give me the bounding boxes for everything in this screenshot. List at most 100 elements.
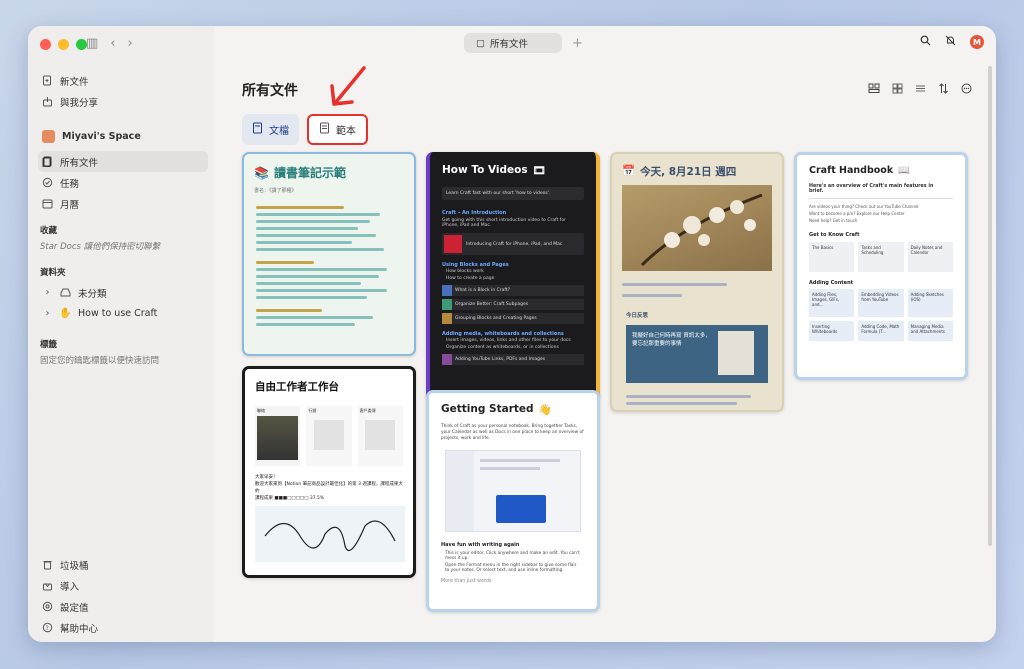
bullet-text: Open the Format menu in the right sideba… bbox=[445, 563, 577, 573]
sidebar-item-trash[interactable]: 垃圾桶 bbox=[38, 554, 208, 575]
bullet-text: This is your editor. Click anywhere and … bbox=[445, 551, 580, 561]
search-icon[interactable] bbox=[920, 35, 931, 49]
journal-paper-image bbox=[718, 331, 754, 375]
folders-heading: 資料夾 bbox=[40, 268, 66, 278]
sidebar-item-shared[interactable]: 與我分享 bbox=[38, 91, 208, 112]
user-avatar[interactable]: M bbox=[970, 35, 984, 49]
handbook-tile: Inserting Whiteboards bbox=[809, 321, 855, 341]
intro-box: Learn Craft fast with our short 'how to … bbox=[442, 187, 584, 200]
card-title: 📚 讀書筆記示範 bbox=[254, 165, 346, 181]
section-text: Get going with this short introduction v… bbox=[442, 218, 566, 228]
video-link: Adding YouTube Links, PDFs and Images bbox=[442, 354, 584, 365]
handbook-tile: The Basics bbox=[809, 242, 855, 272]
intro-text: Think of Craft as your personal notebook… bbox=[441, 424, 584, 441]
view-tools bbox=[868, 83, 972, 97]
film-icon: 🎞 bbox=[532, 165, 546, 177]
handbook-tile: Daily Notes and Calendar bbox=[907, 242, 953, 272]
handbook-tile: Adding Files, Images, GIFs, and... bbox=[809, 289, 855, 317]
blossom-painting bbox=[640, 193, 763, 267]
handbook-tile: Tasks and Scheduling bbox=[858, 242, 904, 272]
freelancer-col: 聯絡 bbox=[255, 406, 301, 466]
sidebar-item-calendar[interactable]: 月曆 bbox=[38, 193, 208, 214]
bullet-text: How blocks work bbox=[446, 269, 484, 274]
forward-icon[interactable]: › bbox=[128, 36, 133, 51]
handbook-tile: Adding Code, Math Formula (T... bbox=[858, 321, 904, 341]
freelancer-col: 客戶委傳 bbox=[357, 406, 403, 466]
journal-subheading: 今日反思 bbox=[626, 313, 649, 319]
sidebar-bottom-section: 垃圾桶 導入 設定值 ? 幫助中心 bbox=[38, 554, 208, 638]
handbook-tile: Embedding Videos from YouTube bbox=[858, 289, 904, 317]
gallery-view-icon[interactable] bbox=[868, 83, 880, 97]
segment-docs[interactable]: 文檔 bbox=[242, 114, 299, 145]
sidebar-item-label: 垃圾桶 bbox=[60, 560, 89, 572]
doc-card-journal[interactable]: 📅 今天, 8月21日 週四 今日反思 我擬好自己何時再寫 資訊太多，要忘記那重… bbox=[610, 152, 784, 412]
folder-label: How to use Craft bbox=[78, 308, 158, 319]
window-controls bbox=[40, 39, 87, 50]
help-icon: ? bbox=[42, 622, 53, 633]
doc-card-freelancer[interactable]: 自由工作者工作台 聯絡 行銷 客戶委傳 大家早安！ 歡迎大家來到【Notion … bbox=[242, 366, 416, 578]
space-switcher[interactable]: Miyavi's Space bbox=[38, 126, 208, 147]
section-heading: Craft – An Introduction bbox=[442, 210, 507, 216]
list-view-icon[interactable] bbox=[915, 83, 926, 97]
sidebar-item-label: 與我分享 bbox=[60, 97, 99, 109]
sidebar-top-section: 新文件 與我分享 bbox=[38, 70, 208, 112]
sidebar-item-help[interactable]: ? 幫助中心 bbox=[38, 617, 208, 638]
sidebar-item-settings[interactable]: 設定值 bbox=[38, 596, 208, 617]
sidebar-item-import[interactable]: 導入 bbox=[38, 575, 208, 596]
sidebar-item-label: 所有文件 bbox=[60, 157, 99, 169]
folder-label: 未分類 bbox=[78, 288, 107, 300]
space-section: Miyavi's Space 所有文件 任務 月曆 收藏 Star Docs 讓… bbox=[38, 126, 208, 366]
sort-icon[interactable] bbox=[938, 83, 949, 97]
sidebar: ▥ ‹ › 新文件 與我分享 Miyavi's Space 所有文件 任務 月曆… bbox=[28, 26, 214, 642]
back-icon[interactable]: ‹ bbox=[110, 36, 115, 51]
doc-card-reading-notes[interactable]: 📚 讀書筆記示範 書名：《讀了那種》 bbox=[242, 152, 416, 356]
segment-templates[interactable]: 範本 bbox=[307, 114, 368, 145]
main-area: ▢ 所有文件 + M 所有文件 文檔 範本 📚 讀書筆記示範 書名：《讀了那種》… bbox=[214, 26, 996, 642]
handbook-tile: Adding Sketches (iOS) bbox=[907, 289, 953, 317]
sidebar-item-all-docs[interactable]: 所有文件 bbox=[38, 151, 208, 172]
svg-text:?: ? bbox=[46, 625, 49, 632]
minimize-window-button[interactable] bbox=[58, 39, 69, 50]
grid-view-icon[interactable] bbox=[892, 83, 903, 97]
desk-photo bbox=[257, 416, 299, 460]
journal-footer-lines bbox=[612, 387, 782, 410]
folder-uncategorized[interactable]: › 未分類 bbox=[38, 282, 208, 303]
doc-card-getting-started[interactable]: Getting Started 👋 Think of Craft as your… bbox=[426, 390, 600, 612]
tile-row: Adding Files, Images, GIFs, and... Embed… bbox=[797, 289, 965, 317]
chevron-right-icon[interactable]: › bbox=[42, 287, 53, 298]
more-icon[interactable] bbox=[961, 83, 972, 97]
sidebar-item-label: 月曆 bbox=[60, 199, 80, 211]
tab-all-docs[interactable]: ▢ 所有文件 bbox=[464, 33, 562, 53]
doc-card-craft-handbook[interactable]: Craft Handbook 📖 Here's an overview of C… bbox=[794, 152, 968, 380]
folder-how-to-use-craft[interactable]: › ✋ How to use Craft bbox=[38, 303, 208, 324]
section-heading: Adding media, whiteboards and collection… bbox=[442, 331, 564, 337]
sidebar-item-label: 幫助中心 bbox=[60, 623, 99, 635]
app-screenshot-preview bbox=[445, 450, 581, 532]
tab-bar: ▢ 所有文件 + bbox=[464, 33, 583, 53]
card-title: How To Videos 🎞 bbox=[442, 164, 546, 177]
favorites-heading: 收藏 bbox=[40, 226, 58, 236]
new-tab-icon[interactable]: + bbox=[572, 36, 583, 51]
notifications-off-icon[interactable] bbox=[945, 35, 956, 49]
template-icon bbox=[319, 122, 330, 137]
calendar-icon: 📅 bbox=[622, 165, 636, 177]
more-text: More than just words bbox=[441, 579, 492, 584]
doc-card-how-to-videos[interactable]: How To Videos 🎞 Learn Craft fast with ou… bbox=[426, 152, 600, 402]
freelancer-text: 大家早安！ 歡迎大家來到【Notion 筆記商品設計最佳化】的第 3 週課程，課… bbox=[255, 475, 403, 501]
scrollbar[interactable] bbox=[988, 66, 992, 546]
doc-icon bbox=[252, 122, 263, 137]
chevron-right-icon[interactable]: › bbox=[42, 308, 53, 319]
close-window-button[interactable] bbox=[40, 39, 51, 50]
books-icon: 📚 bbox=[254, 165, 269, 180]
card-title: 📅 今天, 8月21日 週四 bbox=[622, 165, 737, 178]
sidebar-item-tasks[interactable]: 任務 bbox=[38, 172, 208, 193]
tile-row: The Basics Tasks and Scheduling Daily No… bbox=[797, 242, 965, 272]
card-title: 自由工作者工作台 bbox=[255, 381, 339, 393]
sidebar-toggle-icon[interactable]: ▥ bbox=[86, 36, 98, 51]
card-title: Getting Started 👋 bbox=[441, 403, 552, 416]
sidebar-item-new-doc[interactable]: 新文件 bbox=[38, 70, 208, 91]
tags-heading: 標籤 bbox=[40, 340, 58, 350]
segment-label: 文檔 bbox=[269, 126, 289, 137]
freelancer-col: 行銷 bbox=[306, 406, 352, 466]
new-doc-icon bbox=[42, 75, 53, 86]
